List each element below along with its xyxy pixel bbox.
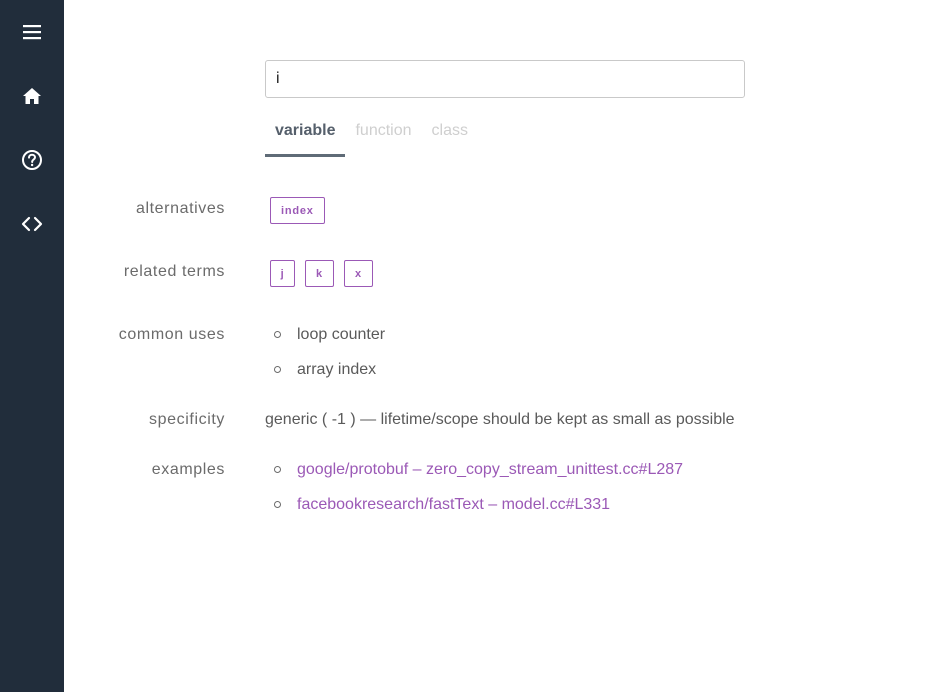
example-repo-link[interactable]: facebookresearch/fastText	[297, 496, 484, 513]
bullet-icon	[274, 466, 281, 473]
related-chip-k[interactable]: k	[305, 260, 334, 287]
examples-list: google/protobuf – zero_copy_stream_unitt…	[272, 461, 683, 531]
tab-class[interactable]: class	[422, 114, 478, 157]
example-file-link[interactable]: model.cc#L331	[502, 496, 611, 513]
specificity-value: generic ( -1 ) — lifetime/scope should b…	[265, 411, 735, 429]
specificity-score: -1	[327, 411, 351, 428]
alternatives-chips: index	[270, 197, 325, 224]
home-button[interactable]	[0, 76, 64, 116]
main-content: variable function class alternatives ind…	[64, 0, 946, 692]
common-uses-list: loop counter array index	[272, 326, 385, 396]
related-chip-x[interactable]: x	[344, 260, 373, 287]
specificity-description: ) — lifetime/scope should be kept as sma…	[350, 411, 735, 428]
menu-icon	[22, 24, 42, 40]
related-terms-label: related terms	[123, 263, 225, 280]
alternative-chip-index[interactable]: index	[270, 197, 325, 224]
code-button[interactable]	[0, 204, 64, 244]
list-item-text: loop counter	[297, 326, 386, 343]
bullet-icon	[274, 501, 281, 508]
sidebar	[0, 0, 64, 692]
specificity-label: specificity	[149, 411, 225, 428]
list-item: google/protobuf – zero_copy_stream_unitt…	[272, 461, 683, 496]
menu-button[interactable]	[0, 12, 64, 52]
bullet-icon	[274, 331, 281, 338]
common-uses-label: common uses	[118, 326, 225, 343]
search-input[interactable]	[265, 60, 745, 98]
help-button[interactable]	[0, 140, 64, 180]
examples-label: examples	[151, 461, 225, 478]
tab-function[interactable]: function	[345, 114, 421, 157]
list-item-text: array index	[297, 361, 377, 378]
list-item: loop counter	[272, 326, 385, 361]
related-chip-j[interactable]: j	[270, 260, 295, 287]
specificity-prefix: generic (	[265, 411, 328, 428]
example-file-link[interactable]: zero_copy_stream_unittest.cc#L287	[426, 461, 683, 478]
example-separator: –	[408, 461, 426, 478]
alternatives-label: alternatives	[135, 200, 225, 217]
home-icon	[22, 87, 42, 105]
code-icon	[21, 216, 43, 232]
tab-variable[interactable]: variable	[265, 114, 346, 157]
example-repo-link[interactable]: google/protobuf	[297, 461, 408, 478]
related-terms-chips: j k x	[270, 260, 373, 287]
list-item: facebookresearch/fastText – model.cc#L33…	[272, 496, 683, 531]
example-separator: –	[483, 496, 502, 513]
list-item: array index	[272, 361, 385, 396]
type-tabs: variable function class	[265, 114, 478, 158]
bullet-icon	[274, 366, 281, 373]
help-icon	[21, 149, 43, 171]
